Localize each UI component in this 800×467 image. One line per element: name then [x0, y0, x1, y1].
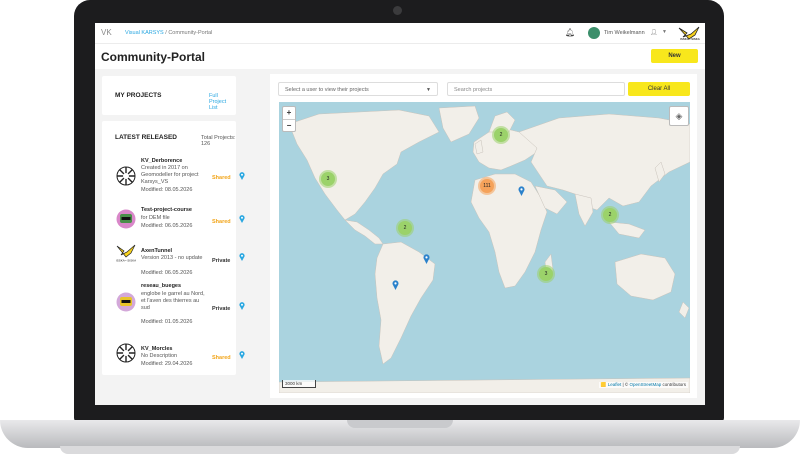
- status-badge: Private: [212, 258, 231, 264]
- map-marker-icon[interactable]: [423, 254, 430, 264]
- project-modified: Modified: 06.05.2026: [141, 223, 193, 229]
- project-name[interactable]: reseau_bueges: [141, 283, 181, 289]
- brand-text: ISSKA • SISKA: [680, 37, 700, 41]
- user-select-placeholder: Select a user to view their projects: [285, 87, 369, 93]
- zoom-control: + −: [282, 106, 296, 132]
- total-projects: Total Projects: 126: [201, 135, 236, 147]
- avatar[interactable]: [588, 27, 600, 39]
- status-badge: Private: [212, 306, 231, 312]
- location-pin-icon[interactable]: [239, 302, 245, 310]
- title-row: Community-Portal New: [95, 44, 705, 69]
- laptop-shadow: [60, 446, 740, 454]
- map-tiles: [279, 105, 690, 393]
- clear-all-button[interactable]: Clear All: [628, 82, 690, 96]
- user-select[interactable]: Select a user to view their projects ▼: [278, 82, 438, 96]
- search-input[interactable]: Search projects: [447, 82, 625, 96]
- full-project-list-link[interactable]: Full Project List: [209, 93, 236, 111]
- project-modified: Modified: 08.05.2026: [141, 187, 193, 193]
- my-projects-title: MY PROJECTS: [115, 92, 162, 99]
- page-title: Community-Portal: [101, 50, 206, 64]
- status-badge: Shared: [212, 219, 231, 225]
- breadcrumb: Visual KARSYS / Community-Portal: [125, 30, 212, 36]
- map-cluster[interactable]: 3: [321, 172, 335, 186]
- chevron-down-icon: ▼: [426, 87, 431, 93]
- breadcrumb-separator: /: [165, 30, 167, 36]
- status-badge: Shared: [212, 175, 231, 181]
- latest-released-card: LATEST RELEASED Total Projects: 126 KV_D…: [102, 121, 245, 378]
- location-pin-icon[interactable]: [239, 172, 245, 180]
- project-description: englobe le garrel au Nord, et l'aven des…: [141, 291, 205, 312]
- breadcrumb-current: Community-Portal: [168, 30, 213, 36]
- leaflet-link[interactable]: Leaflet: [608, 382, 622, 387]
- user-icon: 👤︎: [650, 30, 658, 36]
- my-projects-card: MY PROJECTS Full Project List: [102, 76, 236, 115]
- attribution-flag: 🟨: [600, 382, 608, 387]
- project-name[interactable]: KV_Derborence: [141, 158, 182, 164]
- project-item[interactable]: ISSKA • SISKA AxenTunnel Version 2013 - …: [102, 234, 245, 278]
- camera: [393, 6, 402, 15]
- project-thumb-icon: [116, 292, 136, 312]
- project-description: Created in 2017 on Geomodeller for proje…: [141, 165, 199, 186]
- map-cluster[interactable]: 3: [539, 267, 553, 281]
- project-modified: Modified: 29.04.2026: [141, 361, 193, 367]
- project-modified: Modified: 06.05.2026: [141, 270, 193, 276]
- location-pin-icon[interactable]: [239, 351, 245, 359]
- map-cluster[interactable]: 2: [398, 221, 412, 235]
- svg-text:ISSKA • SISKA: ISSKA • SISKA: [116, 259, 136, 263]
- project-description: Version 2013 - no update: [141, 255, 203, 261]
- project-description: No Description: [141, 353, 178, 359]
- map-attribution: 🟨 Leaflet | © OpenStreetMap contributors: [598, 382, 688, 388]
- breadcrumb-home[interactable]: Visual KARSYS: [125, 30, 164, 36]
- scale-bar: 3000 km: [282, 380, 316, 388]
- zoom-in-button[interactable]: +: [283, 107, 295, 120]
- map-marker-icon[interactable]: [518, 186, 525, 196]
- status-badge: Shared: [212, 355, 231, 361]
- screen: VK Visual KARSYS / Community-Portal 🔔︎ T…: [95, 23, 705, 405]
- project-item[interactable]: KV_Morcles No Description Modified: 29.0…: [102, 334, 245, 378]
- world-map[interactable]: + − ◈ 2 3 111 2 2 3 3000 km 🟨 Leaflet | …: [279, 102, 690, 393]
- username[interactable]: Tim Weikelmann: [604, 30, 645, 36]
- zoom-out-button[interactable]: −: [283, 120, 295, 132]
- app-logo[interactable]: VK: [101, 28, 112, 37]
- location-pin-icon[interactable]: [239, 215, 245, 223]
- chevron-down-icon[interactable]: ▼: [662, 29, 667, 35]
- latest-released-title: LATEST RELEASED: [115, 134, 177, 141]
- osm-link[interactable]: OpenStreetMap: [629, 382, 661, 387]
- project-name[interactable]: AxenTunnel: [141, 248, 172, 254]
- layers-icon[interactable]: ◈: [669, 106, 689, 126]
- project-description: for DEM file: [141, 215, 170, 221]
- project-thumb-icon: [116, 166, 136, 186]
- project-name[interactable]: KV_Morcles: [141, 346, 173, 352]
- project-thumb-icon: [116, 343, 136, 363]
- project-modified: Modified: 01.05.2026: [141, 319, 193, 325]
- laptop-notch: [347, 420, 453, 428]
- project-thumb-icon: [116, 209, 136, 229]
- location-pin-icon[interactable]: [239, 253, 245, 261]
- map-cluster[interactable]: 111: [480, 179, 494, 193]
- project-name[interactable]: Test-project-course: [141, 207, 192, 213]
- new-button[interactable]: New: [651, 49, 698, 63]
- project-item[interactable]: KV_Derborence Created in 2017 on Geomode…: [102, 156, 245, 200]
- map-cluster[interactable]: 2: [494, 128, 508, 142]
- project-thumb-icon: ISSKA • SISKA: [116, 244, 136, 263]
- map-panel: Select a user to view their projects ▼ S…: [270, 74, 697, 398]
- project-item[interactable]: reseau_bueges englobe le garrel au Nord,…: [102, 281, 245, 325]
- map-marker-icon[interactable]: [392, 280, 399, 290]
- attribution-suffix: contributors: [661, 382, 686, 387]
- top-bar: VK Visual KARSYS / Community-Portal 🔔︎ T…: [95, 23, 705, 44]
- bell-icon[interactable]: 🔔︎: [565, 28, 575, 37]
- map-cluster[interactable]: 2: [603, 208, 617, 222]
